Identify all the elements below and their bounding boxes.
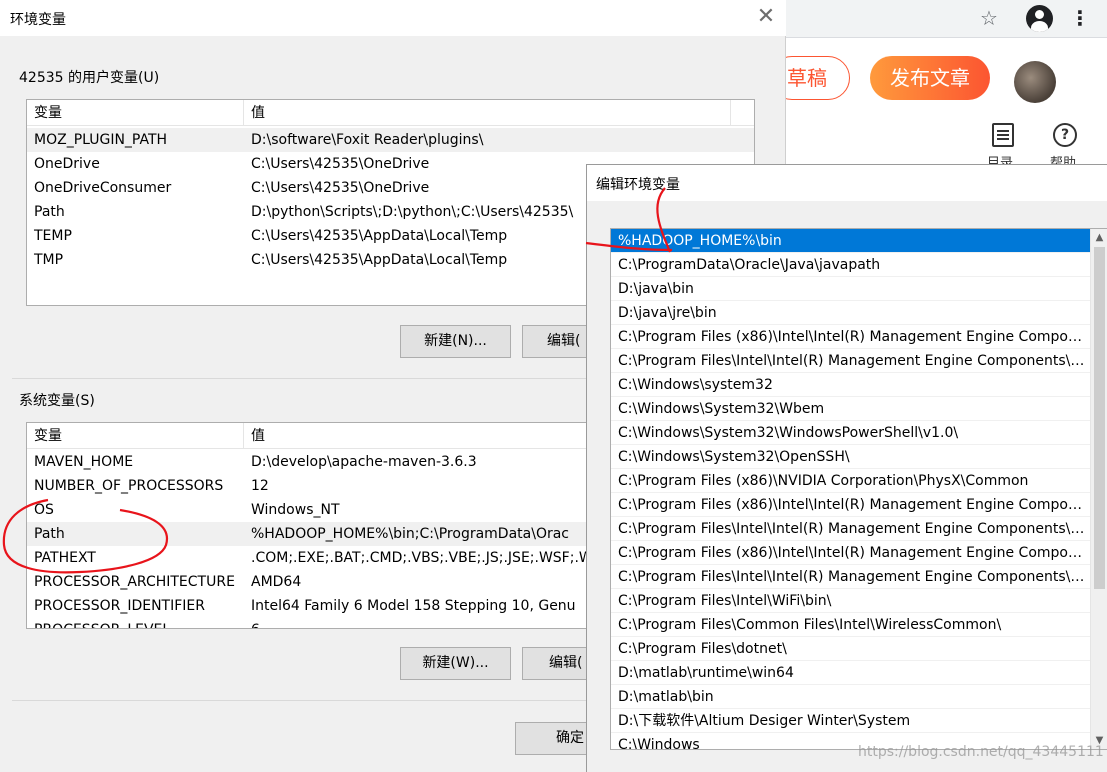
list-item[interactable]: C:\Program Files\Intel\Intel(R) Manageme… — [611, 565, 1091, 589]
help-icon[interactable]: ? — [1053, 123, 1077, 147]
list-item[interactable]: C:\Windows\system32 — [611, 373, 1091, 397]
system-new-button[interactable]: 新建(W)... — [400, 647, 511, 680]
dialog-titlebar: 环境变量 ✕ — [0, 0, 786, 36]
list-item[interactable]: C:\Windows\System32\Wbem — [611, 397, 1091, 421]
browser-toolbar — [785, 0, 1107, 38]
list-item[interactable]: C:\Program Files (x86)\Intel\Intel(R) Ma… — [611, 541, 1091, 565]
star-icon[interactable]: ☆ — [978, 7, 1000, 29]
list-item[interactable]: C:\Program Files (x86)\Intel\Intel(R) Ma… — [611, 493, 1091, 517]
watermark: https://blog.csdn.net/qq_43445111 — [858, 744, 1104, 760]
scroll-thumb[interactable] — [1094, 247, 1105, 589]
dialog-titlebar: 编辑环境变量 — [587, 165, 1107, 201]
list-item[interactable]: C:\Program Files (x86)\Intel\Intel(R) Ma… — [611, 325, 1091, 349]
table-row[interactable]: MOZ_PLUGIN_PATH D:\software\Foxit Reader\… — [27, 128, 754, 152]
scroll-up-icon[interactable]: ▲ — [1091, 229, 1107, 246]
vertical-scrollbar[interactable]: ▲ ▼ — [1090, 229, 1107, 749]
column-header-name[interactable]: 变量 — [27, 423, 244, 449]
list-item[interactable]: C:\Program Files (x86)\NVIDIA Corporatio… — [611, 469, 1091, 493]
list-item[interactable]: D:\java\jre\bin — [611, 301, 1091, 325]
column-header-value[interactable]: 值 — [244, 100, 731, 126]
list-item[interactable]: %HADOOP_HOME%\bin — [611, 229, 1091, 253]
publish-article-button[interactable]: 发布文章 — [870, 56, 990, 100]
list-item[interactable]: C:\Program Files\Intel\Intel(R) Manageme… — [611, 349, 1091, 373]
dialog-title: 编辑环境变量 — [596, 177, 680, 193]
column-header-name[interactable]: 变量 — [27, 100, 244, 126]
list-item[interactable]: C:\Program Files\Common Files\Intel\Wire… — [611, 613, 1091, 637]
kebab-menu-icon[interactable]: ⋮ — [1070, 7, 1090, 29]
list-item[interactable]: D:\java\bin — [611, 277, 1091, 301]
list-item[interactable]: C:\Program Files\Intel\Intel(R) Manageme… — [611, 517, 1091, 541]
list-item[interactable]: D:\matlab\bin — [611, 685, 1091, 709]
user-new-button[interactable]: 新建(N)... — [400, 325, 511, 358]
edit-environment-variable-dialog: 编辑环境变量 %HADOOP_HOME%\bin C:\ProgramData\… — [586, 164, 1107, 772]
user-variables-label: 42535 的用户变量(U) — [19, 70, 160, 86]
close-icon[interactable]: ✕ — [756, 6, 776, 28]
list-item[interactable]: D:\下载软件\Altium Desiger Winter\System — [611, 709, 1091, 733]
profile-icon[interactable] — [1026, 5, 1053, 32]
avatar[interactable] — [1014, 61, 1056, 103]
list-item[interactable]: D:\matlab\runtime\win64 — [611, 661, 1091, 685]
list-item[interactable]: C:\Windows\System32\OpenSSH\ — [611, 445, 1091, 469]
list-item[interactable]: C:\Program Files\dotnet\ — [611, 637, 1091, 661]
dialog-title: 环境变量 — [10, 12, 66, 28]
table-of-contents-icon[interactable] — [992, 123, 1014, 147]
list-item[interactable]: C:\Program Files\Intel\WiFi\bin\ — [611, 589, 1091, 613]
list-item[interactable]: C:\ProgramData\Oracle\Java\javapath — [611, 253, 1091, 277]
system-variables-label: 系统变量(S) — [19, 393, 95, 409]
list-header: 变量 值 — [27, 100, 754, 126]
path-entries-list[interactable]: %HADOOP_HOME%\bin C:\ProgramData\Oracle\… — [610, 228, 1107, 750]
list-item[interactable]: C:\Windows\System32\WindowsPowerShell\v1… — [611, 421, 1091, 445]
